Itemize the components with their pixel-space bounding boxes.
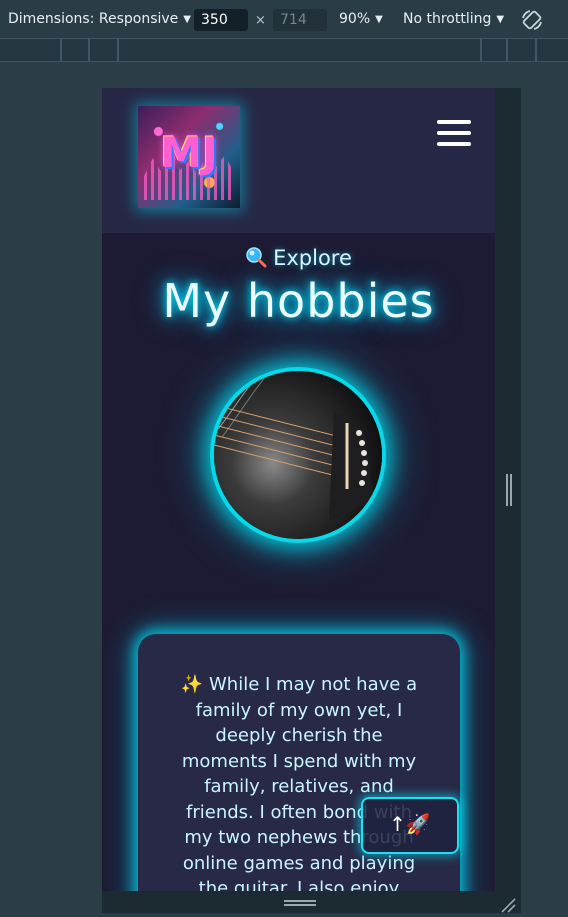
rotate-icon[interactable]	[520, 8, 544, 32]
throttling-dropdown[interactable]: No throttling ▼	[403, 11, 504, 27]
zoom-value: 90%	[339, 11, 371, 27]
hamburger-menu-icon[interactable]	[437, 120, 471, 150]
resize-handle-right[interactable]	[506, 474, 512, 506]
width-input[interactable]: 350	[194, 9, 248, 31]
hobby-description-text: ✨ While I may not have a family of my ow…	[180, 674, 418, 891]
guitar-photo	[214, 371, 382, 539]
ruler-tick	[117, 39, 119, 61]
throttling-value: No throttling	[403, 11, 492, 27]
media-query-ruler	[0, 39, 568, 62]
device-viewport: MJ Explore My hobbies ✨ While I may not …	[102, 88, 495, 891]
explore-subtitle: Explore	[102, 246, 495, 270]
times-separator: ×	[255, 13, 266, 28]
explore-label: Explore	[273, 246, 352, 270]
back-to-top-button[interactable]: ↑🚀	[361, 797, 459, 854]
dimensions-dropdown[interactable]: Dimensions: Responsive ▼	[8, 11, 191, 27]
resize-handle-bottom[interactable]	[284, 900, 316, 906]
resize-corner-icon[interactable]	[500, 897, 516, 913]
ruler-tick	[480, 39, 482, 61]
ruler-tick	[60, 39, 62, 61]
chevron-down-icon: ▼	[183, 14, 191, 25]
page-title: My hobbies	[162, 274, 435, 328]
chevron-down-icon: ▼	[496, 14, 505, 25]
ruler-tick	[535, 39, 537, 61]
ruler-tick	[506, 39, 508, 61]
site-logo[interactable]: MJ	[138, 106, 240, 208]
logo-lettering: MJ	[160, 128, 218, 177]
guitar-image-graphic	[214, 371, 382, 539]
zoom-dropdown[interactable]: 90% ▼	[339, 11, 383, 27]
site-header: MJ	[102, 88, 495, 233]
height-input[interactable]: 714	[273, 9, 327, 31]
devtools-device-toolbar: Dimensions: Responsive ▼ 350 × 714 90% ▼ N…	[0, 0, 568, 39]
ruler-tick	[88, 39, 90, 61]
dimensions-label: Dimensions: Responsive	[8, 11, 179, 27]
chevron-down-icon: ▼	[375, 14, 383, 25]
magnifier-icon	[246, 247, 267, 268]
